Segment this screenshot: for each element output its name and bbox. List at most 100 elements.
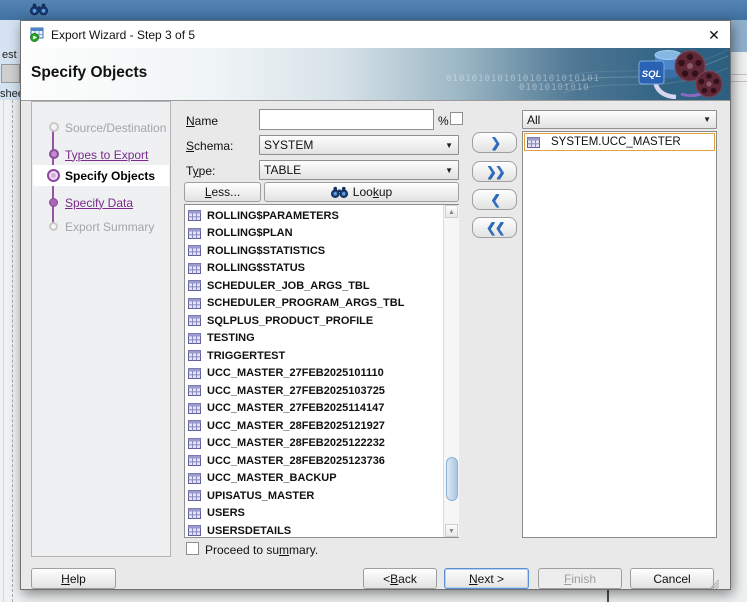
available-object-row[interactable]: SQLPLUS_PRODUCT_PROFILE <box>188 312 442 330</box>
available-object-row[interactable]: UCC_MASTER_28FEB2025121927 <box>188 417 442 435</box>
available-object-label: UCC_MASTER_28FEB2025123736 <box>207 454 385 467</box>
percent-label: % <box>438 114 449 128</box>
available-object-row[interactable]: ROLLING$PARAMETERS <box>188 207 442 225</box>
background-bottom-panel <box>20 590 747 602</box>
step-node-icon <box>49 122 59 132</box>
available-object-row[interactable]: USERSDETAILS <box>188 522 442 537</box>
available-object-row[interactable]: UCC_MASTER_28FEB2025122232 <box>188 435 442 453</box>
lookup-button[interactable]: Lookup <box>264 182 459 202</box>
available-object-row[interactable]: TESTING <box>188 330 442 348</box>
table-icon <box>188 525 201 537</box>
available-object-row[interactable]: SCHEDULER_PROGRAM_ARGS_TBL <box>188 295 442 313</box>
close-icon[interactable]: ✕ <box>704 25 724 45</box>
proceed-to-summary-checkbox[interactable] <box>186 542 199 555</box>
shuttle-left-button[interactable]: ❮ <box>472 189 517 210</box>
schema-label: Schema: <box>186 139 234 153</box>
background-divider <box>3 100 4 602</box>
step-node-icon <box>49 149 59 159</box>
table-icon <box>188 367 201 379</box>
proceed-to-summary-label: Proceed to summary. <box>205 543 319 557</box>
name-input[interactable] <box>259 109 434 130</box>
available-object-row[interactable]: ROLLING$STATUS <box>188 260 442 278</box>
back-button[interactable]: < Back <box>363 568 437 589</box>
background-tab-fragment: est <box>2 49 17 61</box>
selected-object-row[interactable]: SYSTEM.UCC_MASTER <box>524 133 715 151</box>
dialog-titlebar[interactable]: Export Wizard - Step 3 of 5 ✕ <box>21 21 730 49</box>
available-object-label: UCC_MASTER_27FEB2025103725 <box>207 384 385 397</box>
table-icon <box>188 210 201 222</box>
table-icon <box>188 455 201 467</box>
available-object-label: UCC_MASTER_27FEB2025101110 <box>207 367 384 380</box>
type-select[interactable]: TABLE ▼ <box>259 160 459 180</box>
step-specify-data[interactable]: Specify Data <box>33 192 169 213</box>
available-object-row[interactable]: UPISATUS_MASTER <box>188 487 442 505</box>
available-object-row[interactable]: ROLLING$PLAN <box>188 225 442 243</box>
available-object-row[interactable]: UCC_MASTER_28FEB2025123736 <box>188 452 442 470</box>
available-object-row[interactable]: TRIGGERTEST <box>188 347 442 365</box>
name-label: Name <box>186 114 219 128</box>
available-object-label: TRIGGERTEST <box>207 349 286 362</box>
available-object-label: ROLLING$STATUS <box>207 262 305 275</box>
scrollbar-thumb[interactable] <box>445 457 458 501</box>
shuttle-left-icon: ❮ <box>490 191 501 207</box>
selected-object-label: SYSTEM.UCC_MASTER <box>551 136 681 148</box>
table-icon <box>188 245 201 257</box>
available-objects-list[interactable]: ROLLING$PARAMETERS ROLLING$PLAN ROLLING$… <box>184 204 459 538</box>
resize-grip[interactable] <box>707 577 719 589</box>
available-object-label: SCHEDULER_JOB_ARGS_TBL <box>207 279 370 292</box>
next-button[interactable]: Next > <box>444 568 529 589</box>
step-types-to-export[interactable]: Types to Export <box>33 144 169 165</box>
table-icon <box>188 420 201 432</box>
available-object-row[interactable]: SCHEDULER_JOB_ARGS_TBL <box>188 277 442 295</box>
available-object-row[interactable]: UCC_MASTER_27FEB2025114147 <box>188 400 442 418</box>
background-right-panel <box>731 52 747 602</box>
available-object-label: ROLLING$PARAMETERS <box>207 209 339 222</box>
list-scrollbar[interactable]: ▲ ▼ <box>443 205 459 537</box>
table-icon <box>188 507 201 519</box>
percent-checkbox[interactable] <box>450 112 463 125</box>
schema-select[interactable]: SYSTEM ▼ <box>259 135 459 155</box>
available-object-label: USERS <box>207 507 245 520</box>
available-object-row[interactable]: UCC_MASTER_27FEB2025103725 <box>188 382 442 400</box>
background-splitter <box>607 590 609 602</box>
table-icon <box>188 402 201 414</box>
shuttle-left-all-button[interactable]: ❮❮ <box>472 217 517 238</box>
sql-logo-label: SQL <box>642 69 662 80</box>
help-button[interactable]: Help <box>31 568 116 589</box>
available-object-label: SCHEDULER_PROGRAM_ARGS_TBL <box>207 297 405 310</box>
available-object-label: UPISATUS_MASTER <box>207 489 315 502</box>
shuttle-right-button[interactable]: ❯ <box>472 132 517 153</box>
chevron-down-icon: ▼ <box>703 115 711 124</box>
table-icon <box>188 297 201 309</box>
target-filter-select[interactable]: All ▼ <box>522 110 717 129</box>
chevron-down-icon: ▼ <box>445 165 453 175</box>
available-object-row[interactable]: ROLLING$STATISTICS <box>188 242 442 260</box>
available-object-row[interactable]: UCC_MASTER_BACKUP <box>188 470 442 488</box>
shuttle-right-all-icon: ❯❯ <box>485 163 506 179</box>
step-specify-objects: Specify Objects <box>33 165 169 186</box>
scroll-down-icon[interactable]: ▼ <box>445 524 458 537</box>
table-icon <box>188 490 201 502</box>
available-object-row[interactable]: USERS <box>188 505 442 523</box>
table-icon <box>188 315 201 327</box>
available-object-row[interactable]: UCC_MASTER_27FEB2025101110 <box>188 365 442 383</box>
less-button[interactable]: Less... <box>184 182 261 202</box>
available-object-label: SQLPLUS_PRODUCT_PROFILE <box>207 314 374 327</box>
shuttle-right-all-button[interactable]: ❯❯ <box>472 161 517 182</box>
selected-objects-list[interactable]: SYSTEM.UCC_MASTER <box>522 131 717 538</box>
export-wizard-icon <box>30 27 44 42</box>
type-label: Type: <box>186 164 216 178</box>
available-object-label: UCC_MASTER_27FEB2025114147 <box>207 402 385 415</box>
finish-button[interactable]: Finish <box>538 568 622 589</box>
cancel-button[interactable]: Cancel <box>630 568 714 589</box>
shuttle-left-all-icon: ❮❮ <box>485 219 506 235</box>
table-icon <box>188 262 201 274</box>
background-toolbar-icon <box>1 64 20 83</box>
binoculars-icon <box>330 186 348 198</box>
page-title: Specify Objects <box>31 64 148 81</box>
table-icon <box>188 227 201 239</box>
table-icon <box>188 332 201 344</box>
binoculars-icon <box>30 3 48 16</box>
step-node-icon <box>47 169 60 182</box>
scroll-up-icon[interactable]: ▲ <box>445 205 458 218</box>
